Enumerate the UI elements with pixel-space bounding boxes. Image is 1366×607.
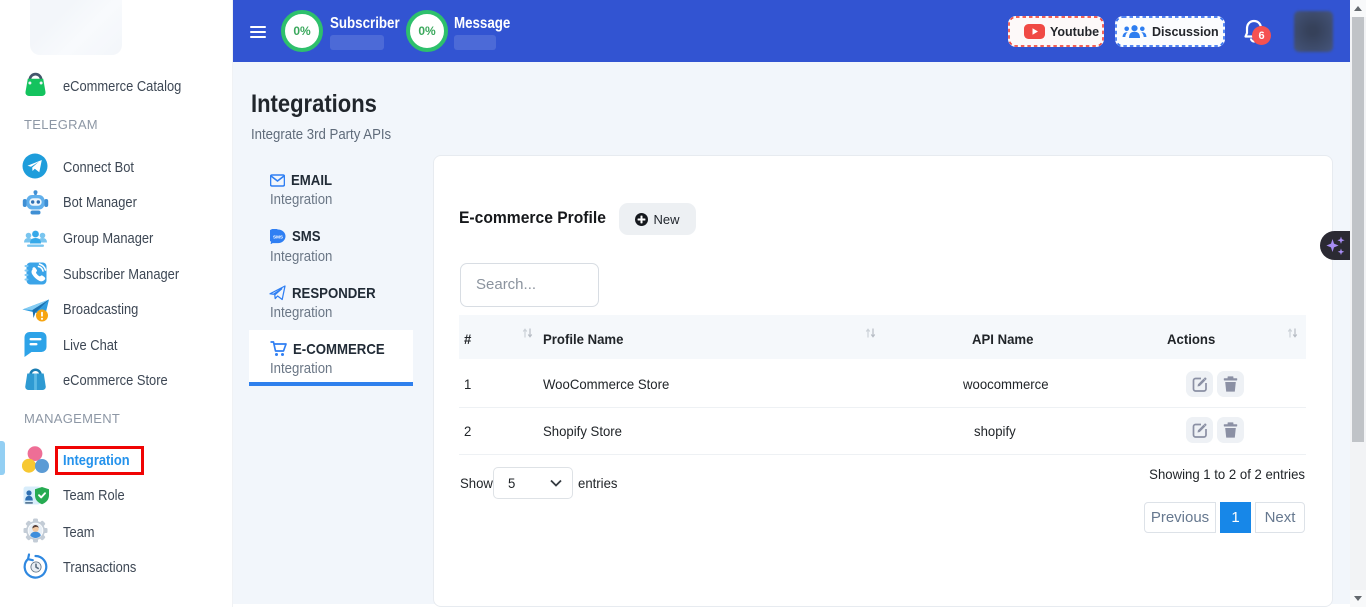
svg-text:SMS: SMS (273, 235, 283, 240)
